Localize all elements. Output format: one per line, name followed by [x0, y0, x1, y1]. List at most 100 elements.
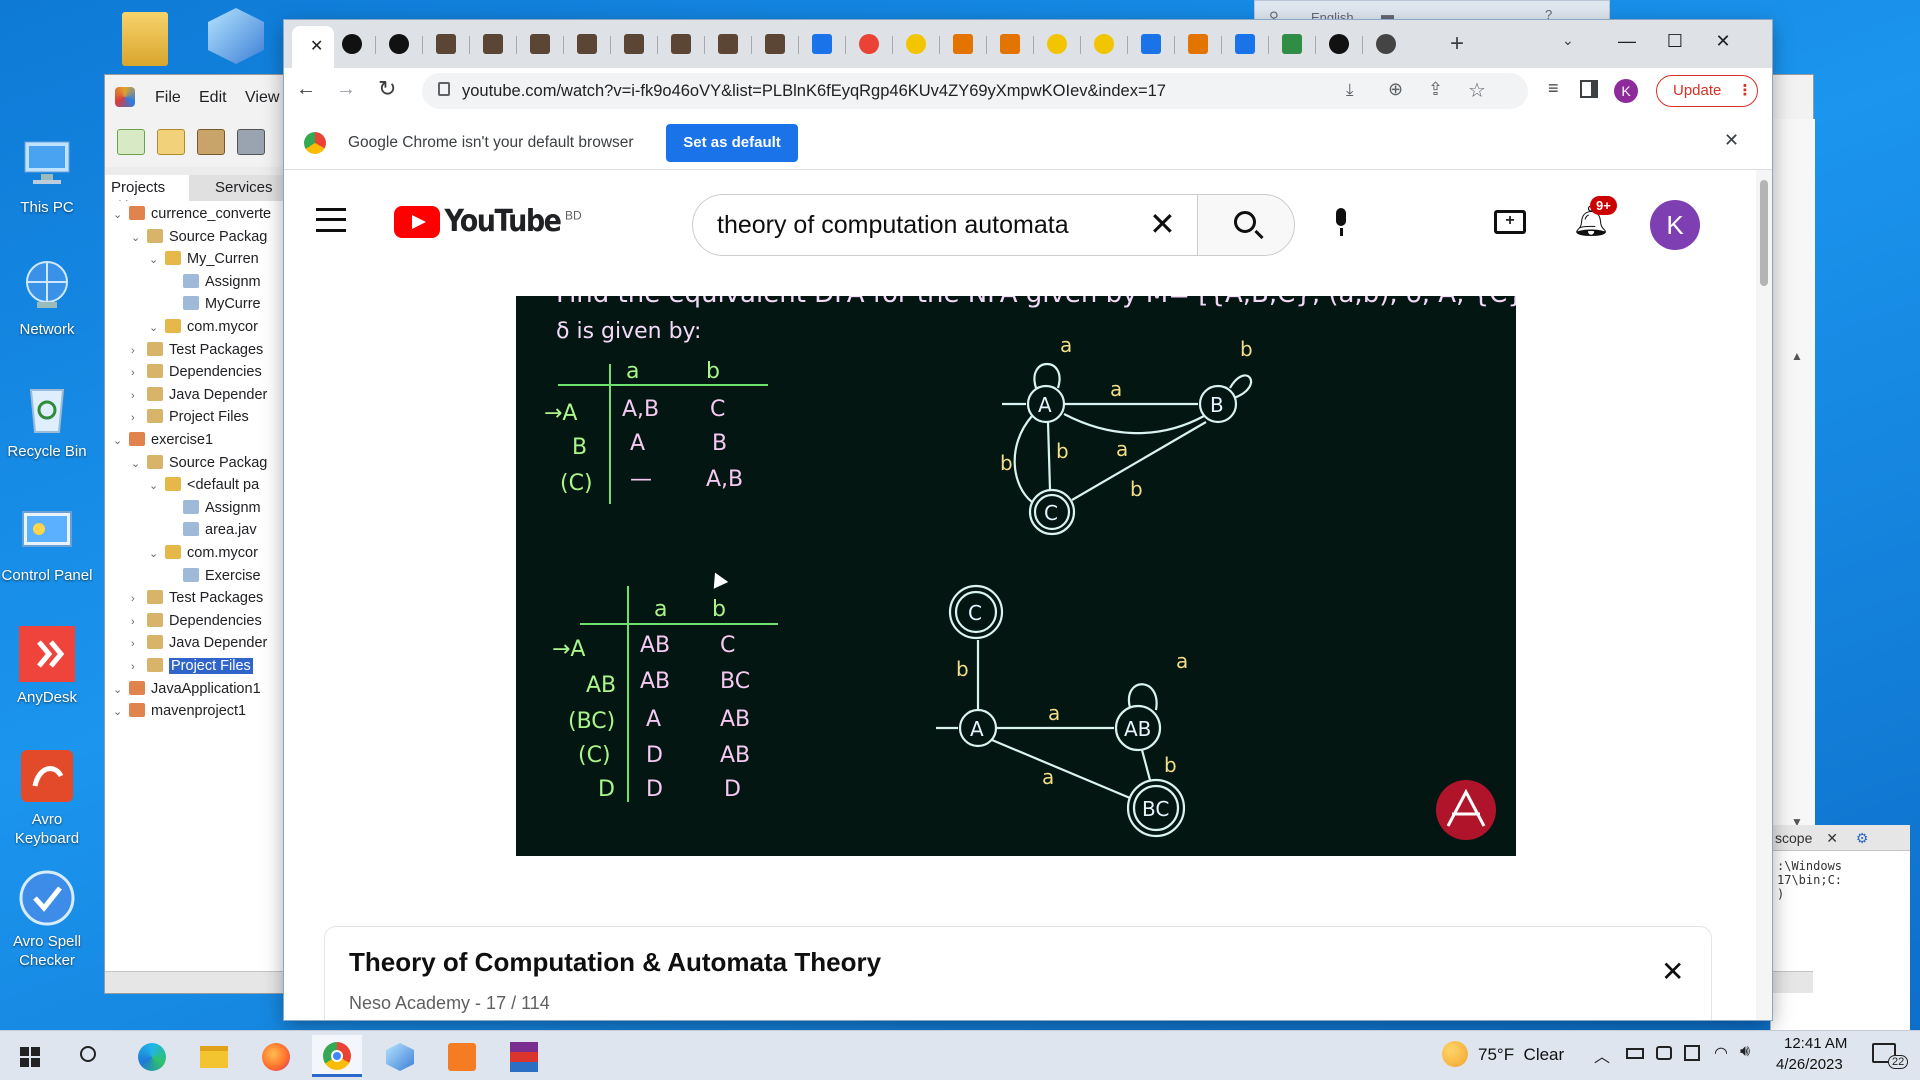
expand-toggle-icon[interactable]: ⌄ [131, 227, 143, 249]
tree-item[interactable]: ⌄ <default pa [149, 474, 259, 496]
update-button[interactable]: Update ⋮ [1656, 75, 1758, 107]
taskbar-file-explorer[interactable] [188, 1035, 238, 1077]
codechef-favicon-icon[interactable] [577, 34, 597, 54]
network-icon[interactable] [1684, 1045, 1700, 1061]
video-player[interactable]: Find the equivalent DFA for the NFA give… [516, 296, 1516, 856]
github-favicon-icon[interactable] [389, 34, 409, 54]
expand-toggle-icon[interactable]: ⌄ [149, 317, 161, 339]
reload-icon[interactable]: ↻ [378, 76, 396, 102]
menu-hamburger-icon[interactable] [316, 208, 346, 232]
tree-item[interactable]: ⌄ com.mycor [149, 542, 258, 564]
clear-search-icon[interactable]: ✕ [1149, 205, 1176, 243]
expand-toggle-icon[interactable]: ⌄ [149, 249, 161, 271]
tab-output-scope[interactable]: scope [1775, 830, 1812, 846]
expand-toggle-icon[interactable]: › [131, 656, 143, 678]
expand-toggle-icon[interactable]: ⌄ [113, 701, 125, 723]
tree-item[interactable]: ⌄ JavaApplication1 [113, 678, 261, 700]
active-tab[interactable]: ✕ [292, 26, 334, 68]
expand-toggle-icon[interactable]: › [131, 611, 143, 633]
expand-toggle-icon[interactable]: ⌄ [149, 475, 161, 497]
taskbar-edge[interactable] [126, 1035, 176, 1077]
scroll-thumb[interactable] [1760, 180, 1768, 286]
taskbar-netbeans[interactable] [374, 1035, 424, 1077]
profile-avatar[interactable]: K [1614, 79, 1638, 103]
close-icon[interactable]: ✕ [310, 36, 323, 56]
chrome-favicon-icon[interactable] [1376, 34, 1396, 54]
address-bar[interactable]: youtube.com/watch?v=i-fk9o46oVY&list=PLB… [422, 73, 1528, 109]
expand-toggle-icon[interactable]: › [131, 633, 143, 655]
set-as-default-button[interactable]: Set as default [666, 124, 798, 162]
tab-services[interactable]: Services [215, 179, 273, 196]
user-folder-icon[interactable] [122, 12, 168, 66]
search-button[interactable] [1197, 194, 1295, 256]
bar-chart-favicon-icon[interactable] [1188, 34, 1208, 54]
minimize-button[interactable]: — [1604, 26, 1650, 56]
wifi-icon[interactable]: ◠ [1714, 1043, 1728, 1063]
tree-item[interactable]: ⌄ currence_converte [113, 203, 271, 225]
expand-toggle-icon[interactable]: › [131, 407, 143, 429]
smiley-favicon-icon[interactable] [1047, 34, 1067, 54]
tree-item[interactable]: › Project Files [131, 655, 253, 677]
github-favicon-icon[interactable] [1329, 34, 1349, 54]
expand-toggle-icon[interactable]: ⌄ [113, 679, 125, 701]
show-hidden-icons-icon[interactable]: ︿ [1594, 1043, 1610, 1067]
tree-item[interactable]: ⌄ Source Packag [131, 452, 267, 474]
tree-item[interactable]: ⌄ My_Curren [149, 248, 259, 270]
close-icon[interactable]: ✕ [1826, 830, 1838, 846]
tree-item[interactable]: › Test Packages [131, 587, 263, 609]
tree-item[interactable]: › Test Packages [131, 339, 263, 361]
google-favicon-icon[interactable] [859, 34, 879, 54]
desktop-icon-avro-spell-checker[interactable]: Avro Spell Checker [0, 868, 94, 970]
sync-favicon-icon[interactable] [812, 34, 832, 54]
tree-item[interactable]: › Dependencies [131, 610, 262, 632]
side-panel-icon[interactable] [1580, 80, 1598, 98]
tab-projects[interactable]: Projects ✕ [105, 175, 189, 214]
page-scrollbar[interactable] [1756, 170, 1772, 1020]
menu-file[interactable]: File [155, 89, 181, 107]
zoom-icon[interactable]: ⊕ [1388, 79, 1403, 100]
clock-time[interactable]: 12:41 AM [1784, 1035, 1847, 1052]
install-icon[interactable]: ⤓ [1346, 80, 1354, 100]
desktop-icon-network[interactable]: Network [0, 256, 94, 339]
new-file-icon[interactable] [117, 129, 145, 155]
new-tab-icon[interactable]: + [1450, 30, 1464, 58]
gear-icon[interactable]: ⚙ [1856, 830, 1869, 846]
volume-icon[interactable]: 🔊︎ [1740, 1043, 1750, 1061]
tree-item[interactable]: › Java Depender [131, 384, 267, 406]
scroll-up-icon[interactable]: ▲ [1791, 349, 1803, 363]
expand-toggle-icon[interactable]: › [131, 340, 143, 362]
codechef-favicon-icon[interactable] [530, 34, 550, 54]
save-all-icon[interactable] [237, 129, 265, 155]
create-video-icon[interactable]: + [1494, 210, 1526, 234]
playlist-subtitle[interactable]: Neso Academy - 17 / 114 [349, 993, 550, 1014]
desktop-icon-this-pc[interactable]: This PC [0, 134, 94, 217]
expand-toggle-icon[interactable]: › [131, 588, 143, 610]
menu-view[interactable]: View [245, 89, 279, 107]
tree-item[interactable]: › Dependencies [131, 361, 262, 383]
reading-list-icon[interactable]: ≡ [1548, 78, 1559, 99]
menu-edit[interactable]: Edit [199, 89, 227, 107]
tree-item[interactable]: ⌄ Source Packag [131, 226, 267, 248]
tree-item[interactable]: Assignm [167, 497, 261, 519]
taskbar-chrome[interactable] [312, 1035, 362, 1077]
search-input[interactable]: theory of computation automata [717, 211, 1069, 240]
expand-toggle-icon[interactable]: ⌄ [131, 453, 143, 475]
tree-item[interactable]: Exercise [167, 565, 261, 587]
codechef-favicon-icon[interactable] [624, 34, 644, 54]
account-avatar[interactable]: K [1650, 200, 1700, 250]
url-text[interactable]: youtube.com/watch?v=i-fk9o46oVY&list=PLB… [462, 82, 1166, 101]
bookmark-star-icon[interactable]: ☆ [1468, 78, 1486, 103]
close-infobar-icon[interactable]: ✕ [1724, 130, 1739, 151]
tree-item[interactable]: ⌄ mavenproject1 [113, 700, 246, 722]
new-project-icon[interactable] [157, 129, 185, 155]
github-favicon-icon[interactable] [342, 34, 362, 54]
smiley-favicon-icon[interactable] [906, 34, 926, 54]
share-icon[interactable]: ⇪ [1428, 79, 1443, 100]
clock-date[interactable]: 4/26/2023 [1776, 1056, 1843, 1073]
gfg-favicon-icon[interactable] [1282, 34, 1302, 54]
desktop-icon-recycle-bin[interactable]: Recycle Bin [0, 378, 94, 461]
tree-item[interactable]: MyCurre [167, 293, 261, 315]
codechef-favicon-icon[interactable] [483, 34, 503, 54]
battery-icon[interactable] [1626, 1048, 1644, 1059]
expand-toggle-icon[interactable]: ⌄ [113, 430, 125, 452]
